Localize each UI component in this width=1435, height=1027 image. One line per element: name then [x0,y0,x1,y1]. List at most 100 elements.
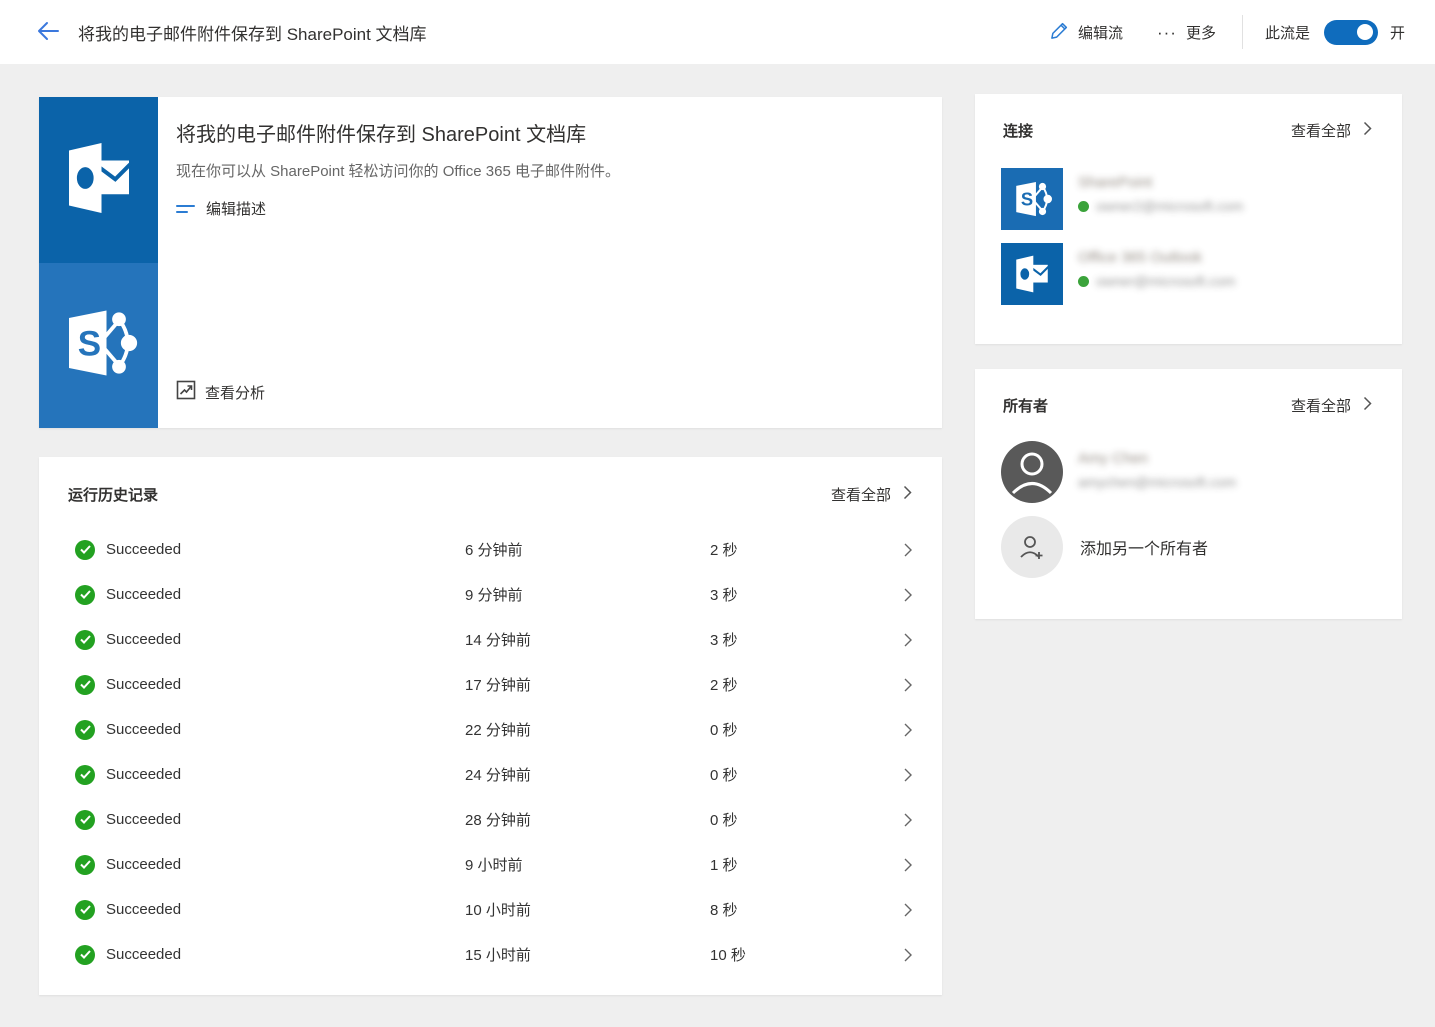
outlook-logo-icon [59,138,139,223]
content-area: S 将我的电子邮件附件保存到 SharePoint 文档库 现在你可以从 Sha… [0,64,1435,1027]
success-check-icon [75,540,95,560]
success-check-icon [75,810,95,830]
flow-on-off-toggle[interactable] [1324,20,1378,45]
run-row[interactable]: Succeeded 22 分钟前 0 秒 [39,707,942,752]
run-row[interactable]: Succeeded 28 分钟前 0 秒 [39,797,942,842]
flow-title: 将我的电子邮件附件保存到 SharePoint 文档库 [176,118,912,147]
person-add-icon [1001,516,1063,578]
see-all-label: 查看全部 [1291,395,1351,416]
owner-name-masked: Amy Chen [1078,450,1236,467]
flow-info: 将我的电子邮件附件保存到 SharePoint 文档库 现在你可以从 Share… [176,118,912,219]
chevron-right-icon[interactable] [894,588,912,602]
run-duration: 3 秒 [710,629,894,650]
owners-header: 所有者 查看全部 [975,369,1402,416]
run-history-card: 运行历史记录 查看全部 Succeeded 6 分钟前 2 秒 Suc [39,457,942,995]
owners-title: 所有者 [1003,395,1048,416]
owner-list-item: Amy Chen amychen@microsoft.com [1001,441,1236,503]
chevron-right-icon[interactable] [894,948,912,962]
add-owner-label: 添加另一个所有者 [1080,535,1208,559]
text-lines-icon [176,205,195,213]
run-status-label: Succeeded [106,676,181,693]
add-owner-button[interactable]: 添加另一个所有者 [1001,516,1208,578]
run-history-title: 运行历史记录 [68,484,158,505]
run-row[interactable]: Succeeded 6 分钟前 2 秒 [39,527,942,572]
run-duration: 2 秒 [710,539,894,560]
run-history-header: 运行历史记录 查看全部 [39,457,942,505]
run-status-label: Succeeded [106,811,181,828]
connections-see-all-link[interactable]: 查看全部 [1291,120,1372,141]
connection-item-sharepoint[interactable]: S SharePoint owner2@microsoft.com [1001,168,1243,230]
chevron-right-icon[interactable] [894,678,912,692]
presence-status-icon [1078,276,1089,287]
run-duration: 3 秒 [710,584,894,605]
view-analytics-button[interactable]: 查看分析 [176,380,265,404]
run-row[interactable]: Succeeded 14 分钟前 3 秒 [39,617,942,662]
pencil-icon [1050,21,1069,44]
run-time: 17 分钟前 [465,674,710,695]
connection-name-masked: Office 365 Outlook [1078,249,1235,266]
connections-header: 连接 查看全部 [975,94,1402,141]
edit-flow-button[interactable]: 编辑流 [1040,15,1133,50]
connections-card: 连接 查看全部 S [975,94,1402,344]
svg-text:S: S [77,325,100,364]
flow-description: 现在你可以从 SharePoint 轻松访问你的 Office 365 电子邮件… [176,160,912,181]
owner-email-masked: amychen@microsoft.com [1078,474,1236,490]
run-time: 22 分钟前 [465,719,710,740]
vertical-divider [1242,15,1243,49]
more-button[interactable]: ··· 更多 [1147,16,1226,49]
connection-item-outlook[interactable]: Office 365 Outlook owner@microsoft.com [1001,243,1235,305]
edit-flow-label: 编辑流 [1078,22,1123,43]
run-duration: 0 秒 [710,764,894,785]
svg-text:S: S [1021,189,1033,210]
run-history-see-all-link[interactable]: 查看全部 [831,484,912,505]
chevron-right-icon [903,485,912,504]
chevron-right-icon[interactable] [894,543,912,557]
run-status-label: Succeeded [106,901,181,918]
presence-status-icon [1078,201,1089,212]
run-time: 6 分钟前 [465,539,710,560]
connection-name-masked: SharePoint [1078,174,1243,191]
success-check-icon [75,630,95,650]
sharepoint-logo-icon: S [1001,168,1063,230]
run-time: 14 分钟前 [465,629,710,650]
success-check-icon [75,900,95,920]
run-row[interactable]: Succeeded 10 小时前 8 秒 [39,887,942,932]
owners-card: 所有者 查看全部 Amy Chen amychen@m [975,369,1402,619]
success-check-icon [75,765,95,785]
run-time: 28 分钟前 [465,809,710,830]
run-row[interactable]: Succeeded 24 分钟前 0 秒 [39,752,942,797]
chevron-right-icon[interactable] [894,858,912,872]
flow-summary-card: S 将我的电子邮件附件保存到 SharePoint 文档库 现在你可以从 Sha… [39,97,942,428]
chevron-right-icon[interactable] [894,633,912,647]
run-duration: 0 秒 [710,719,894,740]
connection-account-masked: owner2@microsoft.com [1096,198,1243,214]
success-check-icon [75,585,95,605]
success-check-icon [75,720,95,740]
back-arrow-icon [36,21,60,44]
run-row[interactable]: Succeeded 9 小时前 1 秒 [39,842,942,887]
back-button[interactable] [34,18,62,46]
outlook-logo-icon [1001,243,1063,305]
run-row[interactable]: Succeeded 9 分钟前 3 秒 [39,572,942,617]
run-row[interactable]: Succeeded 15 小时前 10 秒 [39,932,942,977]
chevron-right-icon[interactable] [894,723,912,737]
edit-description-label: 编辑描述 [206,198,266,219]
connection-account-masked: owner@microsoft.com [1096,273,1235,289]
run-time: 10 小时前 [465,899,710,920]
flow-state-on-label: 开 [1390,22,1405,43]
run-duration: 2 秒 [710,674,894,695]
chevron-right-icon [1363,121,1372,140]
outlook-tile [39,97,158,263]
chevron-right-icon[interactable] [894,903,912,917]
edit-description-button[interactable]: 编辑描述 [176,198,266,219]
run-time: 24 分钟前 [465,764,710,785]
chevron-right-icon[interactable] [894,768,912,782]
run-row[interactable]: Succeeded 17 分钟前 2 秒 [39,662,942,707]
connections-title: 连接 [1003,120,1033,141]
person-avatar-icon [1001,441,1063,503]
run-status-label: Succeeded [106,721,181,738]
run-status-label: Succeeded [106,856,181,873]
analytics-chart-icon [176,380,196,404]
chevron-right-icon[interactable] [894,813,912,827]
owners-see-all-link[interactable]: 查看全部 [1291,395,1372,416]
